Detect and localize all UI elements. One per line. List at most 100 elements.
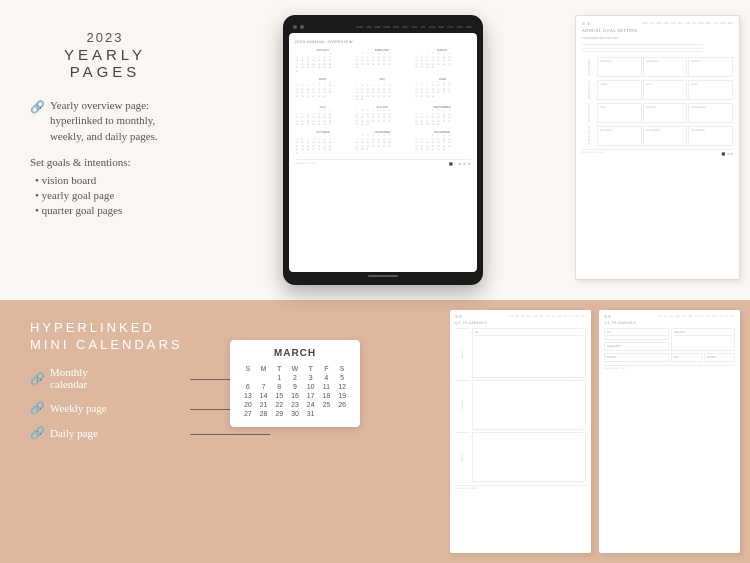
quarter-1-section: QUARTER 1 JANUARY FEBRUARY MARCH	[582, 57, 733, 77]
monthly-calendar-label: Monthlycalendar	[50, 367, 88, 391]
yearly-overview-text: Yearly overview page: hyperlinked to mon…	[50, 99, 180, 145]
ipad-nav-item: NOV	[457, 25, 464, 29]
goals-list: vision board yearly goal page quarter go…	[30, 175, 180, 217]
ipad-nav-item: APR	[393, 25, 399, 29]
link-icon-1: 🔗	[30, 99, 45, 116]
march-box: MARCH	[688, 57, 733, 77]
month-apr: APRIL 123 45678910 11121314151617 181920…	[295, 77, 352, 103]
september-box: SEPTEMBER	[688, 103, 733, 123]
month-dec: DECEMBER 1234 567891011 12131415161718 1…	[414, 130, 471, 156]
month-nov: NOVEMBER 123456 78910111213 141516171819…	[354, 130, 411, 156]
ipad-nav-item: SEP	[438, 25, 444, 29]
cal-row-1: 1 2 3 4 5	[240, 374, 350, 383]
quarter-4-section: QUARTER 4 OCTOBER NOVEMBER DECEMBER	[582, 126, 733, 146]
bottom-section: HYPERLINKED MINI CALENDARS 🔗 Monthlycale…	[0, 300, 750, 563]
may-box: MAY	[643, 80, 688, 100]
month-oct: OCTOBER 12 3456789 10111213141516 171819…	[295, 130, 352, 156]
bullet-quarter-goal: quarter goal pages	[35, 205, 180, 217]
quarter-2-section: QUARTER 2 APRIL MAY JUNE	[582, 80, 733, 100]
weekly-page-label: Weekly page	[50, 403, 107, 415]
ipad-device: 2023 JAN FEB MAR APR MAY JUN JUL AUG SEP…	[283, 15, 483, 285]
ipad-dot-2	[300, 25, 304, 29]
daily-page-label: Daily page	[50, 428, 98, 440]
link-icon-weekly: 🔗	[30, 401, 45, 416]
month-jul: JULY 123 45678910 11121314151617 1819202…	[295, 105, 352, 127]
bullet-vision-board: vision board	[35, 175, 180, 187]
goal-setting-panel: 2023JANFEBMARAPRMAYJUNJULAUGSEPOCTNOVDEC…	[565, 0, 750, 300]
cal-row-3: 13 14 15 16 17 18 19	[240, 392, 350, 401]
ipad-nav-item: 2023	[356, 25, 363, 29]
annual-calendar-grid: JANUARY 12 3456789 10111213141516 171819…	[295, 48, 471, 156]
ipad-nav-item: AUG	[429, 25, 436, 29]
ipad-nav-item: JUN	[412, 25, 418, 29]
weekly-page-feature: 🔗 Weekly page	[30, 401, 185, 416]
ipad-top-bar: 2023 JAN FEB MAR APR MAY JUN JUL AUG SEP…	[289, 23, 477, 31]
ipad-dot-1	[293, 25, 297, 29]
february-box: FEBRUARY	[643, 57, 688, 77]
december-box: DECEMBER	[688, 126, 733, 146]
section-title: YEARLY PAGES	[30, 47, 180, 81]
mini-cal-month-name: MARCH	[240, 348, 350, 359]
june-box: JUNE	[688, 80, 733, 100]
monthly-calendar-feature: 🔗 Monthlycalendar	[30, 367, 185, 391]
goal-setting-page: 2023JANFEBMARAPRMAYJUNJULAUGSEPOCTNOVDEC…	[575, 15, 740, 280]
month-may: MAY 1 2345678 9101112131415 161718192021…	[354, 77, 411, 103]
ipad-panel: 2023 JAN FEB MAR APR MAY JUN JUL AUG SEP…	[200, 0, 565, 300]
quarter-3-section: QUARTER 3 JULY AUGUST SEPTEMBER	[582, 103, 733, 123]
mini-calendar-card: MARCH S M T W T F S	[230, 340, 360, 427]
q1-planning-title-left: Q1 PLANNING	[455, 320, 586, 325]
ipad-nav-item: MAR	[383, 25, 390, 29]
goals-title: Set goals & intentions:	[30, 157, 180, 169]
month-aug: AUGUST 1234567 891011121314 151617181920…	[354, 105, 411, 127]
day-header-f: F	[319, 365, 335, 374]
day-header-s: S	[240, 365, 256, 374]
day-header-t: T	[271, 365, 287, 374]
day-header-m: M	[256, 365, 272, 374]
hyperlinked-title-2: MINI CALENDARS	[30, 337, 185, 352]
month-sep: SEPTEMBER 1234 567891011 12131415161718 …	[414, 105, 471, 127]
yearly-pages-panel: 2023 YEARLY PAGES 🔗 Yearly overview page…	[0, 0, 200, 300]
ipad-nav-item: JAN	[366, 25, 372, 29]
priority-lines	[582, 44, 733, 52]
ipad-nav-item: FEB	[375, 25, 381, 29]
yearly-overview-feature: 🔗 Yearly overview page: hyperlinked to m…	[30, 99, 180, 145]
q1-page-right: 2023JANFEBMARAPRMAYJUNJULAUGSEPOCTNOVDEC…	[599, 310, 740, 553]
goal-setting-title: ANNUAL GOAL SETTING	[582, 28, 733, 33]
ipad-screen: 2023 ANNUAL OVERVIEW JANUARY 12 3456789 …	[289, 33, 477, 272]
july-box: JULY	[597, 103, 642, 123]
ipad-nav-item: OCT	[447, 25, 453, 29]
month-jan: JANUARY 12 3456789 10111213141516 171819…	[295, 48, 352, 74]
ipad-nav-item: JUL	[420, 25, 425, 29]
daily-page-feature: 🔗 Daily page	[30, 426, 185, 441]
link-icon-daily: 🔗	[30, 426, 45, 441]
mini-cal-table: S M T W T F S 1	[240, 365, 350, 419]
ipad-home-indicator	[289, 272, 477, 277]
month-jun: JUNE 12345 6789101112 13141516171819 202…	[414, 77, 471, 103]
cal-row-2: 6 7 8 9 10 11 12	[240, 383, 350, 392]
month-mar: MARCH 123456 78910111213 14151617181920 …	[414, 48, 471, 74]
day-header-s2: S	[334, 365, 350, 374]
mini-calendar-section: MARCH S M T W T F S	[200, 300, 440, 563]
january-box: JANUARY	[597, 57, 642, 77]
ipad-nav-item: MAY	[402, 25, 408, 29]
ipad-camera-dots	[293, 25, 304, 29]
q1-planning-title-right: Q1 PLANNING	[604, 320, 735, 325]
cal-row-4: 20 21 22 23 24 25 26	[240, 401, 350, 410]
ipad-nav-item: DEC	[466, 25, 472, 29]
year-label: 2023	[30, 30, 180, 45]
goals-section: Set goals & intentions: vision board yea…	[30, 157, 180, 217]
month-feb: FEBRUARY 123456 78910111213 141516171819…	[354, 48, 411, 74]
hyperlinked-title-1: HYPERLINKED	[30, 320, 185, 335]
annual-overview-title: 2023 ANNUAL OVERVIEW	[295, 39, 471, 44]
q1-page-left: 2023JANFEBMARAPRMAYJUNJULAUGSEPOCTNOVDEC…	[450, 310, 591, 553]
november-box: NOVEMBER	[643, 126, 688, 146]
q1-planning-panel: 2023JANFEBMARAPRMAYJUNJULAUGSEPOCTNOVDEC…	[440, 300, 750, 563]
bullet-yearly-goal: yearly goal page	[35, 190, 180, 202]
cal-row-5: 27 28 29 30 31	[240, 410, 350, 419]
april-box: APRIL	[597, 80, 642, 100]
link-icon-monthly: 🔗	[30, 372, 45, 387]
top-section: 2023 YEARLY PAGES 🔗 Yearly overview page…	[0, 0, 750, 300]
august-box: AUGUST	[643, 103, 688, 123]
october-box: OCTOBER	[597, 126, 642, 146]
page-layout: 2023 YEARLY PAGES 🔗 Yearly overview page…	[0, 0, 750, 563]
